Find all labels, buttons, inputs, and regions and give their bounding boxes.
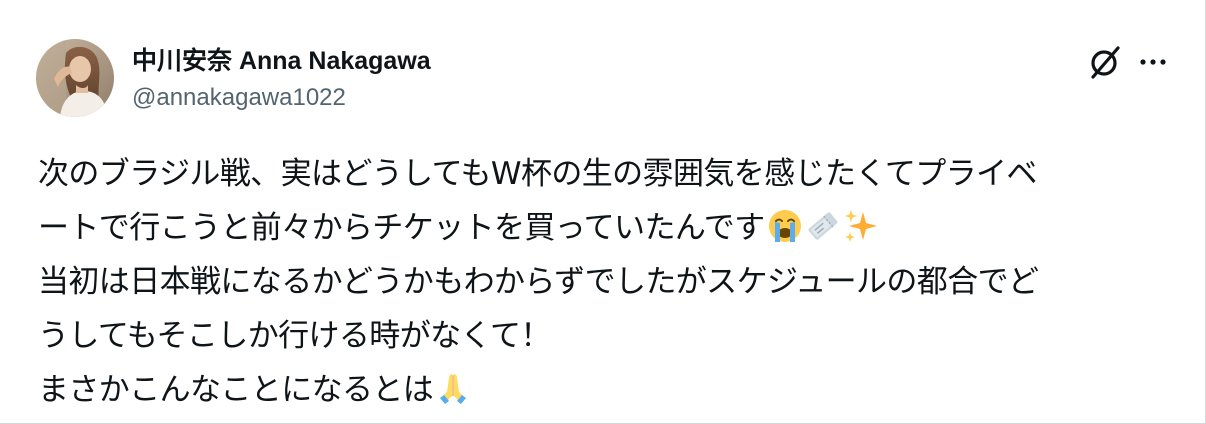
folded-hands-emoji bbox=[435, 370, 471, 406]
ticket-emoji bbox=[805, 208, 841, 244]
tweet-text-line: まさかこんなことになるとは bbox=[38, 363, 1178, 417]
avatar-photo bbox=[36, 39, 114, 117]
avatar[interactable] bbox=[36, 39, 114, 117]
sparkles-emoji bbox=[843, 208, 879, 244]
more-dots-icon[interactable] bbox=[1131, 42, 1175, 82]
author-handle[interactable]: @annakagawa1022 bbox=[132, 82, 431, 114]
tweet-text-fragment: まさかこんなことになるとは bbox=[38, 372, 434, 408]
loudly-crying-face-emoji bbox=[767, 208, 803, 244]
tweet-actions bbox=[1085, 42, 1175, 82]
author-display-name[interactable]: 中川安奈 Anna Nakagawa bbox=[132, 44, 431, 78]
tweet-text-fragment: ートで行こうと前々からチケットを買っていたんです bbox=[38, 210, 765, 246]
tweet-card: 中川安奈 Anna Nakagawa @annakagawa1022 次のブラジ… bbox=[0, 0, 1206, 424]
tweet-text: 次のブラジル戦、実はどうしてもW杯の生の雰囲気を感じたくてプライベ ートで行こう… bbox=[38, 147, 1178, 417]
grok-slash-icon[interactable] bbox=[1085, 42, 1125, 82]
tweet-header: 中川安奈 Anna Nakagawa @annakagawa1022 bbox=[36, 38, 1175, 118]
tweet-text-line: 次のブラジル戦、実はどうしてもW杯の生の雰囲気を感じたくてプライベ bbox=[38, 156, 1037, 192]
tweet-text-line: うしてもそこしか行ける時がなくて！ bbox=[38, 318, 551, 354]
tweet-text-line: 当初は日本戦になるかどうかもわからずでしたがスケジュールの都合でど bbox=[38, 264, 1039, 300]
tweet-text-line: ートで行こうと前々からチケットを買っていたんです bbox=[38, 201, 1178, 255]
author-info: 中川安奈 Anna Nakagawa @annakagawa1022 bbox=[132, 44, 431, 114]
